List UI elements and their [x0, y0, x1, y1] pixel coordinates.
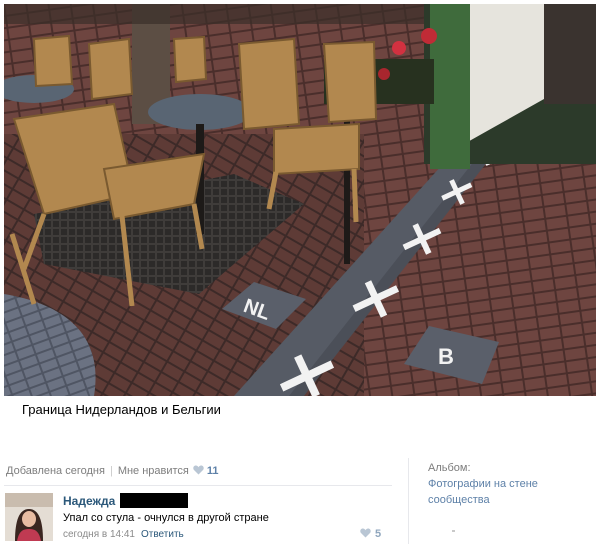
comment-text: Упал со стула - очнулся в другой стране: [63, 512, 269, 524]
column-divider: [408, 458, 409, 544]
comment-time[interactable]: сегодня в 14:41: [63, 529, 135, 540]
album-info: Альбом: Фотографии на стене сообщества: [428, 460, 588, 508]
reply-button[interactable]: Ответить: [141, 529, 184, 540]
added-label: Добавлена сегодня: [6, 465, 105, 477]
comment-like-button[interactable]: 5: [360, 528, 381, 541]
like-count: 11: [206, 465, 219, 477]
meta-separator: |: [109, 465, 113, 477]
divider: [4, 485, 392, 486]
post-caption: Граница Нидерландов и Бельгии: [22, 402, 221, 417]
avatar[interactable]: [5, 493, 53, 541]
post-meta: Добавлена сегодня | Мне нравится 11: [6, 465, 219, 478]
post-photo[interactable]: NL B: [4, 4, 596, 396]
like-label: Мне нравится: [117, 465, 189, 477]
like-button[interactable]: Мне нравится 11: [118, 465, 219, 477]
album-label: Альбом:: [428, 462, 471, 474]
comment-meta: сегодня в 14:41 Ответить: [63, 529, 184, 540]
heart-icon: [193, 465, 204, 478]
svg-text:B: B: [438, 344, 454, 369]
heart-icon: [360, 528, 371, 541]
album-link[interactable]: Фотографии на стене сообщества: [428, 476, 588, 508]
loading-dot: [452, 530, 455, 532]
comment-like-count: 5: [375, 528, 382, 540]
redaction-box: [120, 493, 188, 508]
comment-author[interactable]: Надежда: [63, 494, 115, 508]
